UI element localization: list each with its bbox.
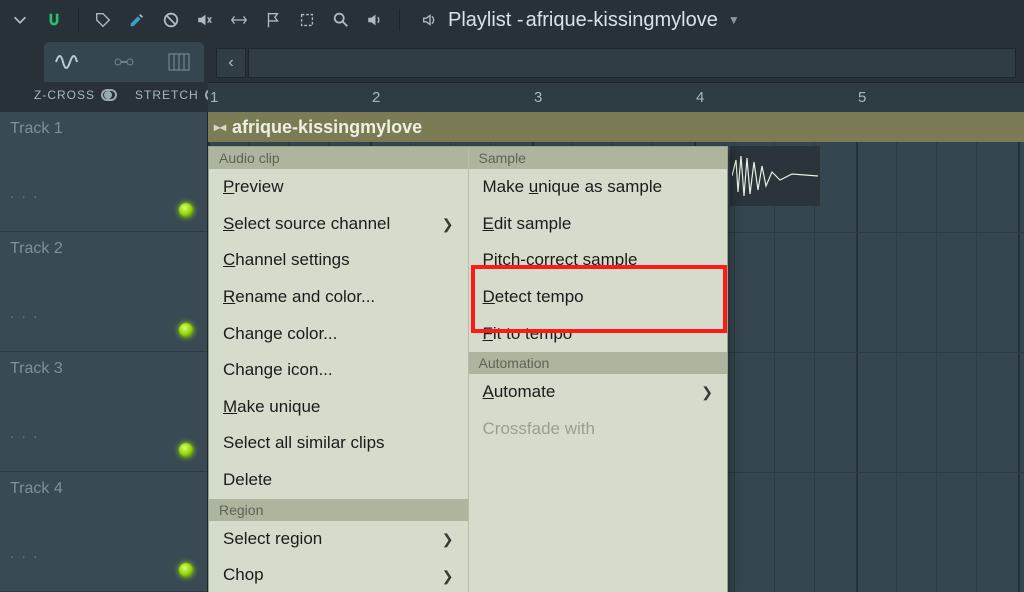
context-menu-col-right: Sample Make unique as sample Edit sample… [468,147,728,592]
nav-address-slot[interactable] [248,48,1016,78]
track-name: Track 3 [10,360,63,377]
track-dots: . . . [10,425,39,441]
ruler-tick: 1 [210,89,218,106]
link-tab-icon[interactable] [104,48,144,76]
ruler-tick: 5 [858,89,866,106]
track-dots: . . . [10,305,39,321]
crop-icon[interactable] [297,10,317,30]
nav-back-button[interactable]: ‹ [216,48,246,78]
clip-waveform[interactable] [730,146,820,206]
menu-item-crossfade: Crossfade with [469,411,728,448]
menu-group-header: Region [209,499,468,521]
mute-icon[interactable] [195,10,215,30]
menu-item-pitch-correct[interactable]: Pitch-correct sample [469,242,728,279]
zoom-icon[interactable] [331,10,351,30]
title-dropdown-icon[interactable]: ▼ [728,13,740,27]
playlist-canvas[interactable]: ▸◂ afrique-kissingmylove Audio clip Prev… [208,112,1024,592]
track-dots: . . . [10,545,39,561]
menu-item-fit-to-tempo[interactable]: Fit to tempo [469,316,728,353]
track-enable-led[interactable] [179,203,193,217]
menu-item-select-similar[interactable]: Select all similar clips [209,425,468,462]
menu-item-channel-settings[interactable]: Channel settings [209,242,468,279]
submenu-arrow-icon: ❯ [442,566,454,586]
clip-mute-icon[interactable]: ▸◂ [214,120,226,134]
track-name: Track 2 [10,240,63,257]
track-name: Track 4 [10,480,63,497]
track-header[interactable]: Track 3 . . . [0,352,207,472]
track-header[interactable]: Track 1 . . . [0,112,207,232]
menu-item-detect-tempo[interactable]: Detect tempo [469,279,728,316]
submenu-arrow-icon: ❯ [442,214,454,234]
menu-item-select-source-channel[interactable]: Select source channel❯ [209,206,468,243]
menu-group-header: Audio clip [209,147,468,169]
track-name: Track 1 [10,120,63,137]
menu-group-header: Automation [469,352,728,374]
menu-item-make-unique[interactable]: Make unique [209,389,468,426]
noentry-icon[interactable] [161,10,181,30]
menu-item-make-unique-sample[interactable]: Make unique as sample [469,169,728,206]
ruler-tick: 2 [372,89,380,106]
menu-item-automate[interactable]: Automate❯ [469,374,728,411]
divider [399,9,400,31]
ruler-tick: 4 [696,89,704,106]
menu-item-rename-and-color[interactable]: Rename and color... [209,279,468,316]
context-menu: Audio clip Preview Select source channel… [208,146,728,592]
brush-icon[interactable] [127,10,147,30]
menu-item-select-region[interactable]: Select region❯ [209,521,468,558]
clip-name: afrique-kissingmylove [232,117,422,138]
menu-group-header: Sample [469,147,728,169]
ruler-tick: 3 [534,89,542,106]
track-header[interactable]: Track 4 . . . [0,472,207,592]
track-enable-led[interactable] [179,323,193,337]
submenu-arrow-icon: ❯ [442,529,454,549]
clip-title-bar[interactable]: ▸◂ afrique-kissingmylove [208,112,1024,142]
timeline-ruler[interactable]: 1 2 3 4 5 [208,82,1024,112]
track-list: Track 1 . . . Track 2 . . . Track 3 . . … [0,112,208,592]
zcross-label: Z-CROSS [34,88,95,102]
stretch-label: STRETCH [135,88,199,102]
context-menu-col-left: Audio clip Preview Select source channel… [209,147,468,592]
view-mode-tabs [44,42,204,82]
chevron-down-icon[interactable] [10,10,30,30]
tag-icon[interactable] [93,10,113,30]
piano-tab-icon[interactable] [159,48,199,76]
hstretch-icon[interactable] [229,10,249,30]
zcross-toggle[interactable] [101,89,117,101]
flag-icon[interactable] [263,10,283,30]
divider [78,9,79,31]
track-header[interactable]: Track 2 . . . [0,232,207,352]
menu-item-change-color[interactable]: Change color... [209,316,468,353]
speaker-icon[interactable] [420,10,440,30]
menu-item-change-icon[interactable]: Change icon... [209,352,468,389]
magnet-icon[interactable] [44,10,64,30]
window-title-file: afrique-kissingmylove [526,9,718,32]
waveform-tab-icon[interactable] [49,48,89,76]
window-title-prefix: Playlist - [448,9,524,32]
menu-item-chop[interactable]: Chop❯ [209,557,468,592]
volume-icon[interactable] [365,10,385,30]
menu-item-delete[interactable]: Delete [209,462,468,499]
track-enable-led[interactable] [179,563,193,577]
submenu-arrow-icon: ❯ [701,382,713,402]
track-dots: . . . [10,185,39,201]
track-enable-led[interactable] [179,443,193,457]
menu-item-edit-sample[interactable]: Edit sample [469,206,728,243]
menu-item-preview[interactable]: Preview [209,169,468,206]
